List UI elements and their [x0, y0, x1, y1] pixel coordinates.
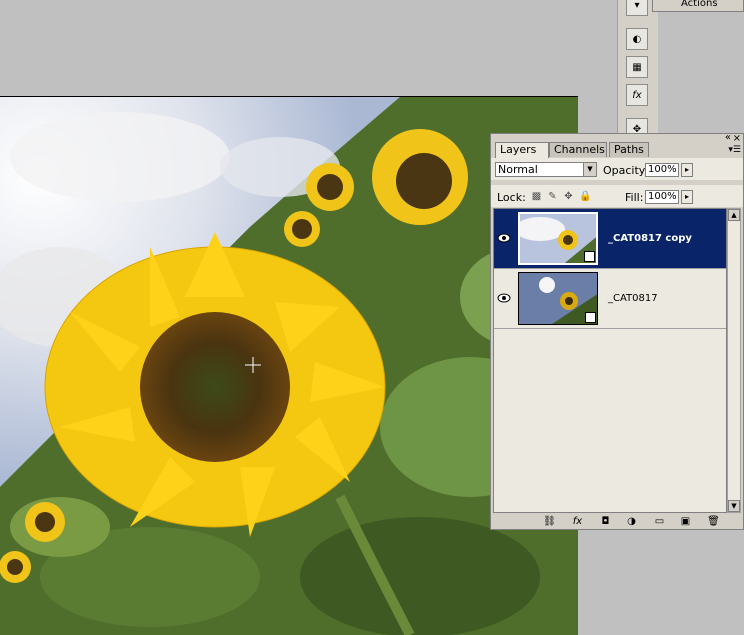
layers-footer: ⛓ fx ◘ ◑ ▭ ▣ 🗑 — [491, 514, 743, 529]
lock-transparency-icon[interactable]: ▩ — [531, 191, 542, 202]
tab-label: Layers — [500, 143, 537, 156]
layer-thumbnail — [518, 212, 598, 265]
fx-icon[interactable]: fx — [626, 84, 648, 106]
blend-row: Normal ▼ Opacity: 100% ▸ — [491, 158, 743, 180]
blend-mode-value: Normal — [498, 163, 538, 176]
panel-dock: ▾ ◐ ▦ fx ✥ — [617, 0, 658, 140]
layer-list: _CAT0817 copy _CAT0817 — [493, 208, 727, 513]
scroll-down-icon[interactable]: ▼ — [728, 500, 740, 512]
opacity-field[interactable]: 100% — [645, 163, 679, 177]
layer-thumbnail — [518, 272, 598, 325]
lock-all-icon[interactable]: 🔒 — [579, 191, 591, 202]
fx-icon[interactable]: fx — [571, 516, 584, 527]
layer-name[interactable]: _CAT0817 — [608, 293, 658, 304]
mask-icon[interactable]: ◘ — [599, 516, 612, 527]
brush-icon[interactable]: ▾ — [626, 0, 648, 16]
lock-row: Lock: ▩ ✎ ✥ 🔒 Fill: 100% ▸ — [491, 185, 743, 207]
grid-icon[interactable]: ▦ — [626, 56, 648, 78]
lock-position-icon[interactable]: ✥ — [563, 191, 574, 202]
fill-label: Fill: — [625, 191, 644, 204]
opacity-slider-arrow-icon[interactable]: ▸ — [681, 163, 693, 177]
collapse-icon[interactable]: « — [725, 133, 731, 143]
actions-panel-tab[interactable]: Actions — [652, 0, 744, 12]
blend-mode-select[interactable]: Normal ▼ — [495, 162, 597, 177]
tab-channels[interactable]: Channels — [549, 142, 607, 157]
layers-panel: « × Layers × Channels Paths ▾☰ Normal ▼ … — [490, 133, 744, 530]
tab-paths[interactable]: Paths — [609, 142, 649, 157]
lock-label: Lock: — [497, 191, 526, 204]
eye-icon[interactable] — [496, 291, 512, 305]
tab-label: Paths — [614, 143, 644, 156]
tab-label: Channels — [554, 143, 605, 156]
palette-icon[interactable]: ◐ — [626, 28, 648, 50]
opacity-label: Opacity: — [603, 164, 649, 177]
layer-row[interactable]: _CAT0817 copy — [494, 209, 726, 269]
fill-field[interactable]: 100% — [645, 190, 679, 204]
lock-pixels-icon[interactable]: ✎ — [547, 191, 558, 202]
close-icon[interactable]: × — [733, 134, 741, 144]
adjustment-icon[interactable]: ◑ — [625, 516, 638, 527]
link-icon[interactable]: ⛓ — [543, 516, 556, 527]
eye-icon[interactable] — [496, 231, 512, 245]
scroll-up-icon[interactable]: ▲ — [728, 209, 740, 221]
fill-slider-arrow-icon[interactable]: ▸ — [681, 190, 693, 204]
panel-menu-icon[interactable]: ▾☰ — [728, 145, 741, 155]
smart-object-icon — [585, 312, 596, 323]
group-icon[interactable]: ▭ — [653, 516, 666, 527]
tab-layers[interactable]: Layers × — [495, 142, 549, 170]
new-layer-icon[interactable]: ▣ — [679, 516, 692, 527]
chevron-down-icon[interactable]: ▼ — [583, 163, 596, 176]
layer-name[interactable]: _CAT0817 copy — [608, 233, 692, 244]
layer-row[interactable]: _CAT0817 — [494, 269, 726, 329]
layer-list-scrollbar[interactable]: ▲ ▼ — [727, 208, 741, 513]
trash-icon[interactable]: 🗑 — [707, 516, 720, 527]
smart-object-icon — [584, 251, 595, 262]
